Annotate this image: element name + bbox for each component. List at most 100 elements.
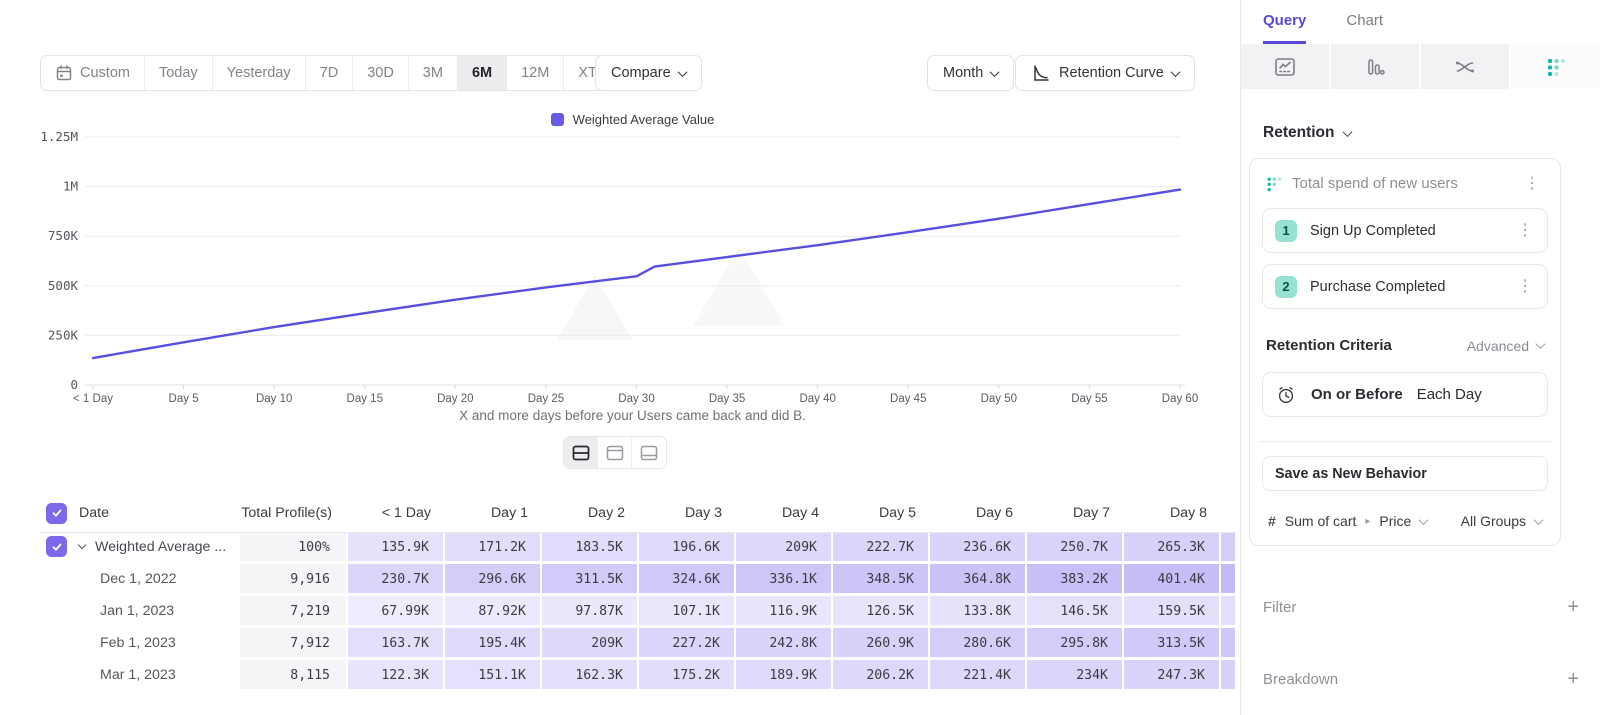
retention-value-cell[interactable]: 311.5K [542,564,639,596]
retention-value-cell[interactable]: 97.87K [542,596,639,628]
row-label: Dec 1, 2022 [40,563,177,595]
chevron-down-icon [1534,515,1544,525]
total-profiles-cell: 7,219 [240,596,348,628]
retention-value-cell[interactable]: 209K [542,628,639,660]
retention-value-cell[interactable]: 265.3K [1124,532,1221,564]
table-row[interactable]: Feb 1, 20237,912163.7K195.4K209K227.2K24… [40,628,1237,660]
filter-section[interactable]: Filter + [1263,596,1579,619]
column-header[interactable]: Day 8 [1124,494,1221,532]
table-row[interactable]: Mar 1, 20238,115122.3K151.1K162.3K175.2K… [40,660,1237,692]
column-header[interactable]: Day 2 [542,494,639,532]
row-label: Mar 1, 2023 [40,659,176,691]
retention-value-cell[interactable]: 67.99K [348,596,445,628]
retention-value-cell[interactable]: 236.6K [930,532,1027,564]
retention-value-cell[interactable]: 313.5K [1124,628,1221,660]
retention-value-cell[interactable]: 133.8K [930,596,1027,628]
column-header[interactable]: Day 1 [445,494,542,532]
retention-value-cell[interactable]: 122.3K [348,660,445,692]
column-header[interactable]: Total Profile(s) [240,494,348,532]
view-chart-button[interactable] [598,437,632,468]
retention-value-cell[interactable]: 107.1K [639,596,736,628]
retention-icon [1546,57,1566,77]
retention-value-cell[interactable]: 242.8K [736,628,833,660]
row-label-cell[interactable]: Mar 1, 2023 [40,660,240,692]
retention-value-cell[interactable]: 296.6K [445,564,542,596]
behavior-step-2[interactable]: 2Purchase Completed⋮ [1262,264,1548,309]
measure-row[interactable]: # Sum of cart ▸ Price All Groups [1262,507,1548,529]
retention-value-cell[interactable]: 87.92K [445,596,542,628]
row-label-cell[interactable]: Feb 1, 2023 [40,628,240,660]
retention-value-cell[interactable]: 116.9K [736,596,833,628]
view-table-button[interactable] [632,437,666,468]
chevron-down-icon[interactable] [78,541,86,549]
retention-value-cell[interactable]: 189.9K [736,660,833,692]
row-label-cell[interactable]: Dec 1, 2022 [40,564,240,596]
column-header[interactable]: Day 4 [736,494,833,532]
number-type-icon: # [1268,513,1276,529]
retention-value-cell[interactable]: 206.2K [833,660,930,692]
save-as-new-behavior-button[interactable]: Save as New Behavior [1262,456,1548,491]
retention-value-cell[interactable]: 151.1K [445,660,542,692]
flows-report-button[interactable] [1421,44,1511,89]
retention-value-cell[interactable]: 324.6K [639,564,736,596]
retention-value-cell[interactable]: 234K [1027,660,1124,692]
column-header[interactable]: Day 6 [930,494,1027,532]
view-split-button[interactable] [564,437,598,468]
retention-value-cell[interactable]: 209K [736,532,833,564]
kebab-menu-icon[interactable]: ⋮ [1513,279,1537,295]
retention-section-header[interactable]: Retention [1263,124,1351,142]
retention-value-cell[interactable]: 159.5K [1124,596,1221,628]
tab-chart[interactable]: Chart [1346,12,1383,44]
funnels-report-button[interactable] [1331,44,1421,89]
svg-text:Day 60: Day 60 [1162,393,1198,405]
kebab-menu-icon[interactable]: ⋮ [1520,176,1544,192]
retention-value-cell[interactable]: 227.2K [639,628,736,660]
retention-curve-chart[interactable]: 0250K500K750K1M1.25M< 1 DayDay 5Day 10Da… [0,0,1240,430]
retention-value-cell[interactable]: 348.5K [833,564,930,596]
retention-value-cell[interactable]: 196.6K [639,532,736,564]
retention-value-cell[interactable]: 364.8K [930,564,1027,596]
retention-value-cell[interactable]: 171.2K [445,532,542,564]
column-header[interactable]: Day 7 [1027,494,1124,532]
table-row[interactable]: Dec 1, 20229,916230.7K296.6K311.5K324.6K… [40,564,1237,596]
row-label-cell[interactable]: Jan 1, 2023 [40,596,240,628]
row-checkbox[interactable] [46,536,67,557]
column-header[interactable]: < 1 Day [348,494,445,532]
retention-value-cell[interactable]: 401.4K [1124,564,1221,596]
retention-value-cell[interactable]: 230.7K [348,564,445,596]
retention-value-cell[interactable]: 175.2K [639,660,736,692]
retention-value-cell[interactable]: 221.4K [930,660,1027,692]
add-breakdown-icon[interactable]: + [1567,668,1579,691]
tab-query[interactable]: Query [1263,12,1306,44]
retention-value-cell[interactable]: 162.3K [542,660,639,692]
breakdown-section[interactable]: Breakdown + [1263,668,1579,691]
retention-value-cell[interactable]: 247.3K [1124,660,1221,692]
retention-value-cell[interactable]: 260.9K [833,628,930,660]
retention-value-cell[interactable]: 222.7K [833,532,930,564]
advanced-dropdown[interactable]: Advanced [1467,338,1544,354]
retention-value-cell[interactable]: 280.6K [930,628,1027,660]
retention-value-cell[interactable]: 146.5K [1027,596,1124,628]
retention-value-cell[interactable]: 295.8K [1027,628,1124,660]
retention-value-cell[interactable]: 183.5K [542,532,639,564]
add-filter-icon[interactable]: + [1567,596,1579,619]
retention-report-button[interactable] [1511,44,1600,89]
retention-value-cell[interactable]: 163.7K [348,628,445,660]
behavior-step-1[interactable]: 1Sign Up Completed⋮ [1262,208,1548,253]
table-row[interactable]: Jan 1, 2023 7,21967.99K87.92K97.87K107.1K… [40,596,1237,628]
column-header[interactable]: Day 3 [639,494,736,532]
retention-value-cell[interactable]: 126.5K [833,596,930,628]
retention-value-cell[interactable]: 336.1K [736,564,833,596]
retention-value-cell[interactable]: 383.2K [1027,564,1124,596]
kebab-menu-icon[interactable]: ⋮ [1513,223,1537,239]
row-label: Jan 1, 2023 [40,595,174,627]
retention-value-cell[interactable]: 195.4K [445,628,542,660]
retention-timing-row[interactable]: On or Before Each Day [1262,372,1548,417]
retention-value-cell[interactable]: 135.9K [348,532,445,564]
table-row[interactable]: Weighted Average ...100%135.9K171.2K183.… [40,532,1237,564]
select-all-checkbox[interactable] [46,503,67,524]
insights-report-button[interactable] [1241,44,1331,89]
row-label-cell[interactable]: Weighted Average ... [40,532,240,564]
retention-value-cell[interactable]: 250.7K [1027,532,1124,564]
column-header[interactable]: Day 5 [833,494,930,532]
